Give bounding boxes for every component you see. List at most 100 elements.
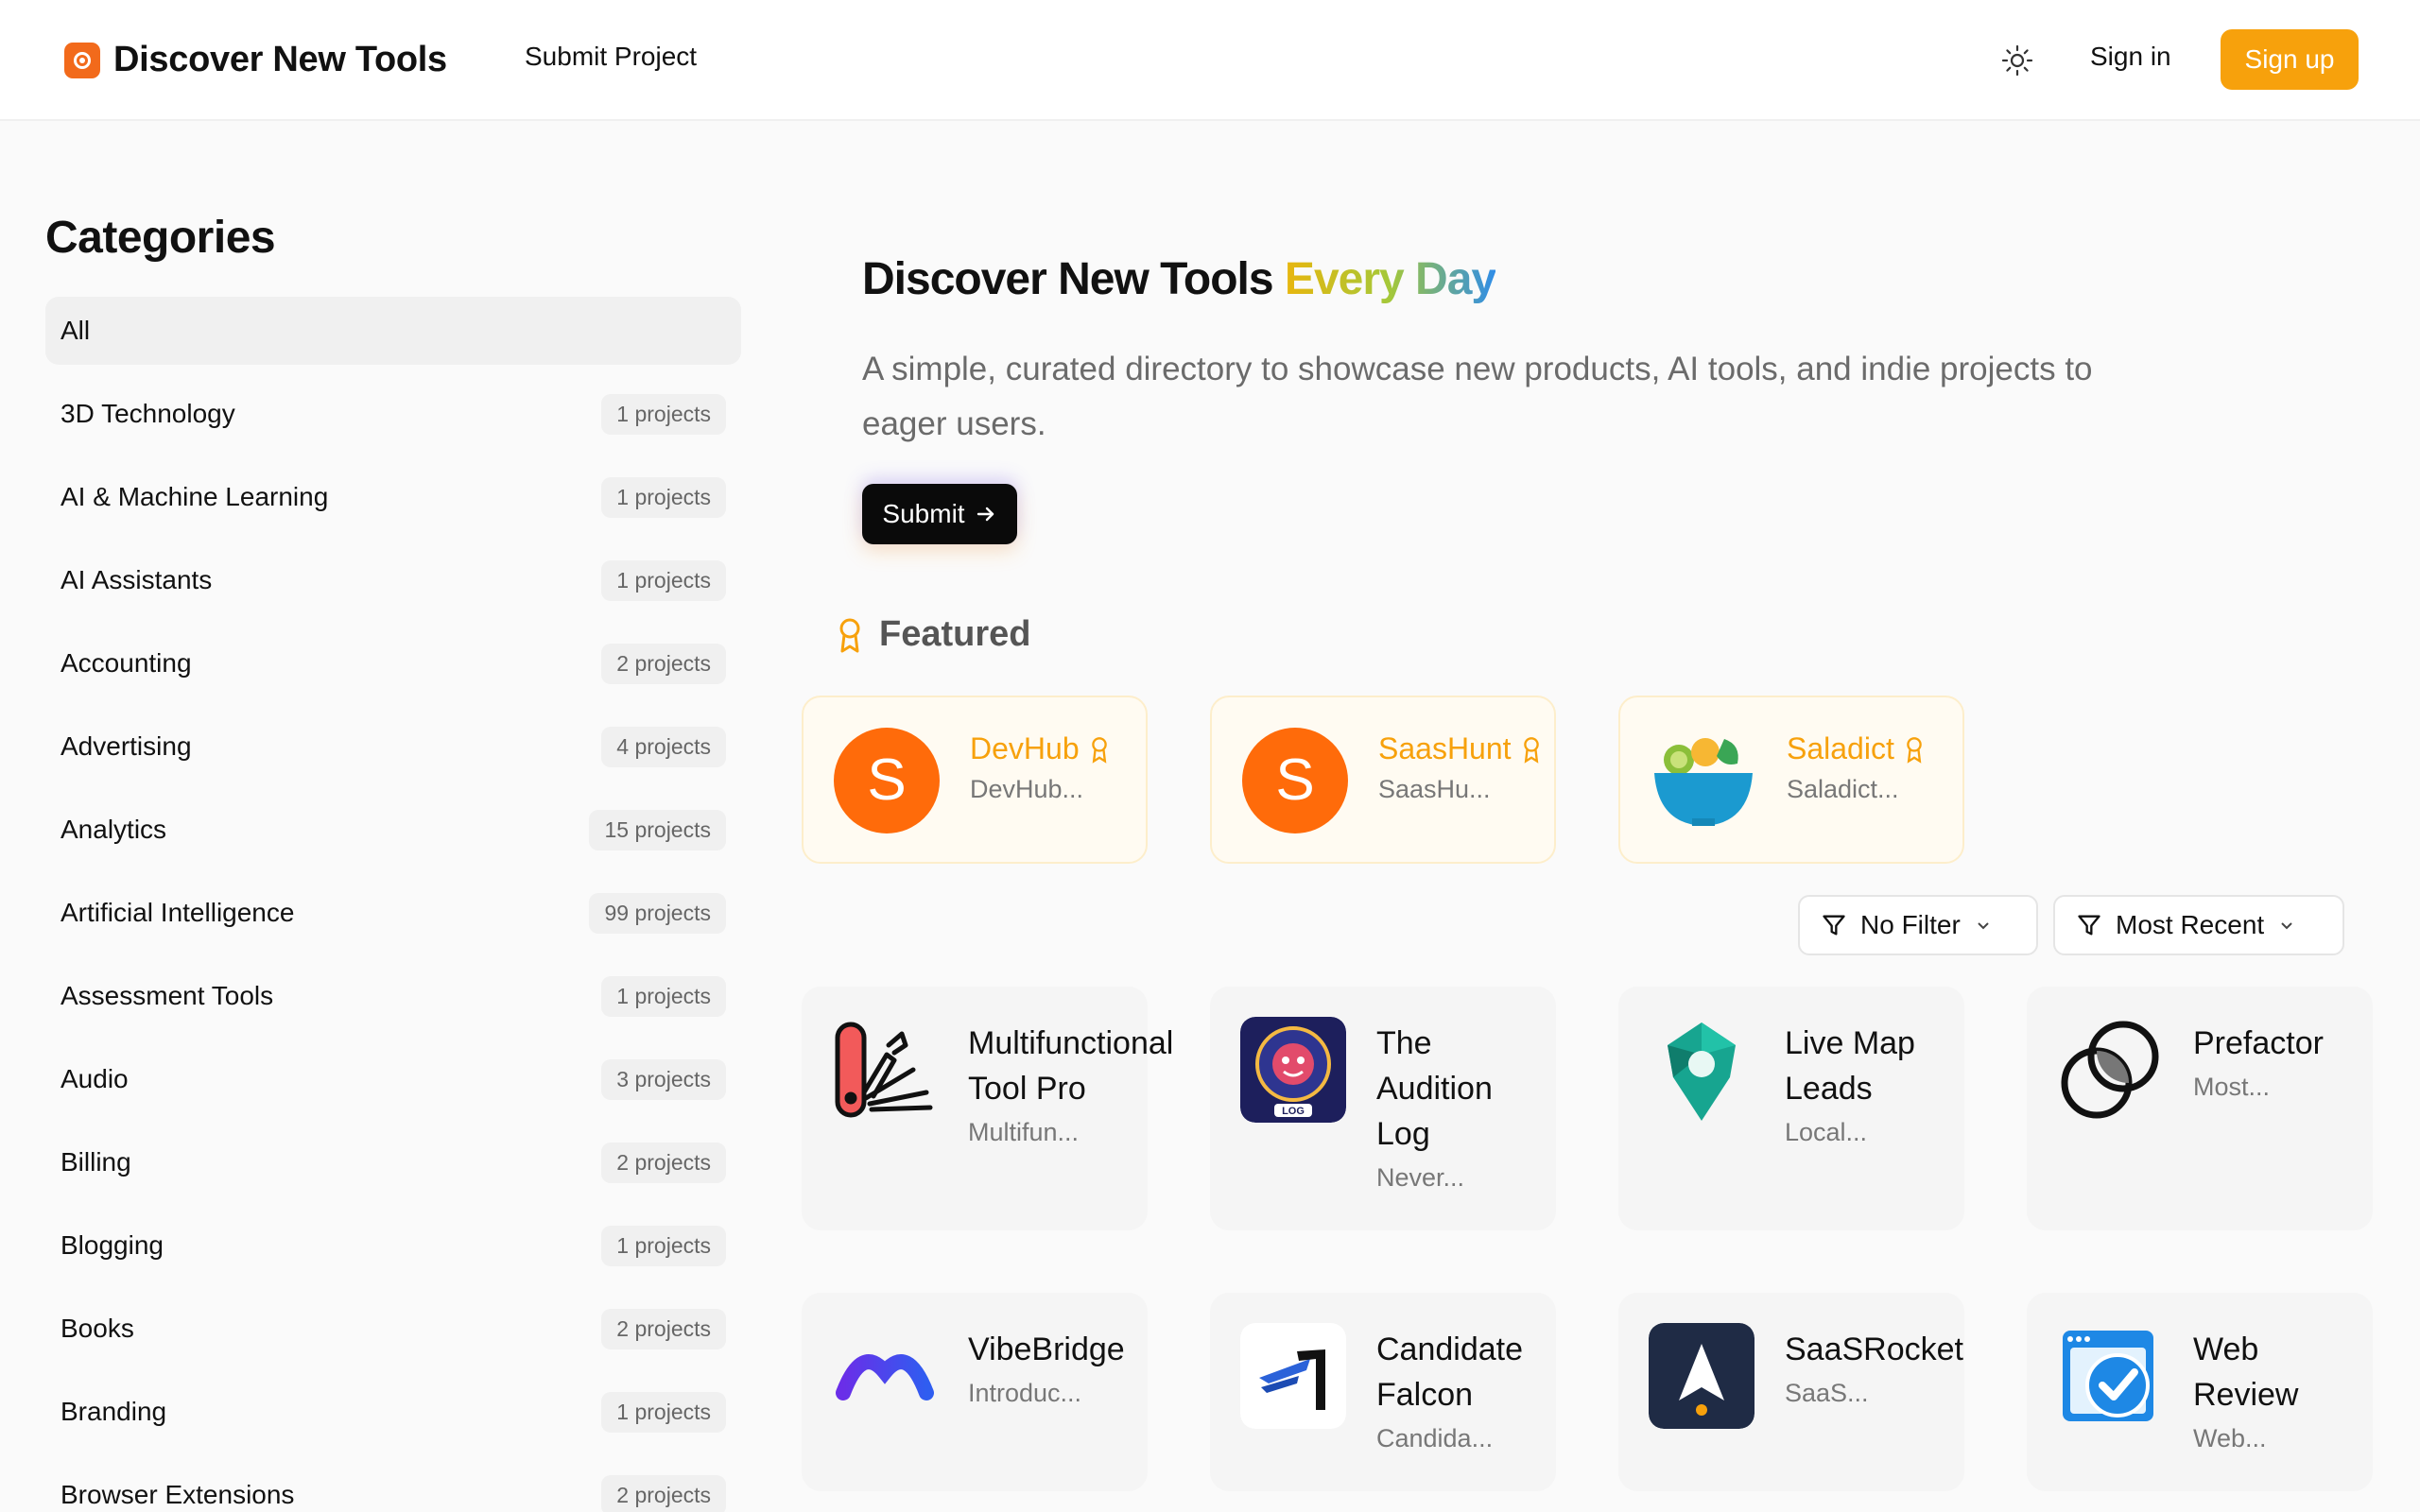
category-count-badge: 2 projects [601,1142,726,1183]
category-item-analytics[interactable]: Analytics 15 projects [45,788,741,871]
category-count-badge: 15 projects [589,809,726,850]
filter-icon [1823,915,1845,936]
top-header: Discover New Tools Submit Project Sign i… [0,0,2420,121]
project-name: The Audition Log Never... [1376,1021,1547,1196]
svg-text:LOG: LOG [1282,1106,1305,1117]
category-label: Branding [60,1397,167,1426]
category-count-badge: 1 projects [601,393,726,435]
brand-logo-link[interactable]: Discover New Tools [64,40,447,80]
project-desc: SaaS... [1785,1379,1869,1407]
filter-label: No Filter [1860,910,1961,939]
project-card[interactable]: VibeBridge Introduc... [802,1293,1148,1491]
svg-text:S: S [1275,747,1314,813]
browser-check-logo-icon [2057,1323,2163,1429]
nav-submit-project-link[interactable]: Submit Project [525,42,697,72]
category-item-branding[interactable]: Branding 1 projects [45,1370,741,1453]
featured-name: SaasHunt [1378,731,1542,766]
chevron-down-icon [2281,922,2292,930]
category-count-badge: 1 projects [601,1391,726,1433]
category-item-advertising[interactable]: Advertising 4 projects [45,705,741,788]
project-card[interactable]: Web Review Web... [2027,1293,2373,1491]
project-card[interactable]: Live Map Leads Local... [1618,987,1964,1230]
audition-log-logo-icon: LOG [1240,1017,1346,1123]
s-orange-logo-icon: S [1242,728,1348,833]
brand-name: Discover New Tools [113,40,447,79]
category-item-all[interactable]: All [45,297,741,365]
category-label: Accounting [60,648,192,678]
category-label: Advertising [60,731,192,761]
project-name: VibeBridge Introduc... [968,1327,1138,1412]
arc-logo-icon [832,1323,938,1429]
category-item-assessment-tools[interactable]: Assessment Tools 1 projects [45,954,741,1038]
category-label: Browser Extensions [60,1480,295,1509]
project-desc: Web... [2193,1424,2267,1452]
category-list: All 3D Technology 1 projects AI & Machine… [45,297,741,1512]
category-label: 3D Technology [60,399,235,428]
featured-card-devhub[interactable]: S DevHub DevHub... [802,696,1148,864]
category-item-books[interactable]: Books 2 projects [45,1287,741,1370]
project-card[interactable]: LOG The Audition Log Never... [1210,987,1556,1230]
award-icon [1091,736,1107,764]
hero-subtitle: A simple, curated directory to showcase … [862,351,2093,442]
map-pin-logo-icon [1649,1017,1754,1123]
overlapping-circles-logo-icon [2057,1017,2163,1123]
project-name-text: Prefactor [2193,1025,2324,1061]
project-card[interactable]: Candidate Falcon Candida... [1210,1293,1556,1491]
filter-icon [2078,915,2100,936]
featured-desc: DevHub... [970,775,1084,803]
award-icon [839,618,860,652]
category-item-blogging[interactable]: Blogging 1 projects [45,1204,741,1287]
category-count-badge: 2 projects [601,643,726,684]
project-card[interactable]: Multifunctional Tool Pro Multifun... [802,987,1173,1230]
project-name: Web Review Web... [2193,1327,2363,1457]
hero-title: Discover New Tools Every Day [862,253,1496,305]
categories-heading: Categories [45,213,276,263]
category-item-ai-machine-learning[interactable]: AI & Machine Learning 1 projects [45,455,741,539]
compass-icon [64,42,100,78]
hero-title-main: Discover New Tools [862,254,1274,304]
category-label: Assessment Tools [60,981,274,1010]
hero-submit-button[interactable]: Submit [862,484,1017,544]
project-desc: Introduc... [968,1379,1082,1407]
category-filter-dropdown[interactable]: No Filter [1798,895,2038,955]
project-card[interactable]: Prefactor Most... [2027,987,2373,1230]
category-count-badge: 1 projects [601,559,726,601]
project-name-text: VibeBridge [968,1332,1125,1367]
category-item-ai-assistants[interactable]: AI Assistants 1 projects [45,539,741,622]
featured-card-saashunt[interactable]: S SaasHunt SaasHu... [1210,696,1556,864]
category-label: Billing [60,1147,131,1177]
arrow-right-icon [977,507,994,522]
category-item-accounting[interactable]: Accounting 2 projects [45,622,741,705]
category-item-artificial-intelligence[interactable]: Artificial Intelligence 99 projects [45,871,741,954]
featured-name: DevHub [970,731,1110,766]
sign-up-button[interactable]: Sign up [2221,29,2359,90]
project-desc: Local... [1785,1118,1868,1146]
sort-dropdown[interactable]: Most Recent [2053,895,2344,955]
project-card[interactable]: SaaSRocket SaaS... [1618,1293,1964,1491]
category-item-audio[interactable]: Audio 3 projects [45,1038,741,1121]
featured-name-text: Saladict [1787,731,1894,765]
featured-card-saladict[interactable]: Saladict Saladict... [1618,696,1964,864]
project-desc: Never... [1376,1163,1465,1192]
svg-text:S: S [867,747,906,813]
category-label: AI & Machine Learning [60,482,329,511]
category-count-badge: 1 projects [601,975,726,1017]
sign-in-link[interactable]: Sign in [2090,42,2171,72]
category-item-3d-technology[interactable]: 3D Technology 1 projects [45,372,741,455]
project-name-text: Candidate Falcon [1376,1332,1524,1413]
category-item-billing[interactable]: Billing 2 projects [45,1121,741,1204]
featured-name: Saladict [1787,731,1925,766]
award-icon [1523,736,1539,764]
sun-icon[interactable] [1998,42,2036,79]
salad-bowl-logo-icon [1651,728,1756,833]
category-count-badge: 1 projects [601,476,726,518]
falcon-logo-icon [1240,1323,1346,1429]
rocket-logo-icon [1649,1323,1754,1429]
category-count-badge: 99 projects [589,892,726,934]
project-name-text: Web Review [2193,1332,2299,1413]
project-name-text: The Audition Log [1376,1025,1493,1152]
category-label: Books [60,1314,134,1343]
s-orange-logo-icon: S [834,728,940,833]
category-item-browser-extensions[interactable]: Browser Extensions 2 projects [45,1453,741,1512]
category-label: Artificial Intelligence [60,898,295,927]
